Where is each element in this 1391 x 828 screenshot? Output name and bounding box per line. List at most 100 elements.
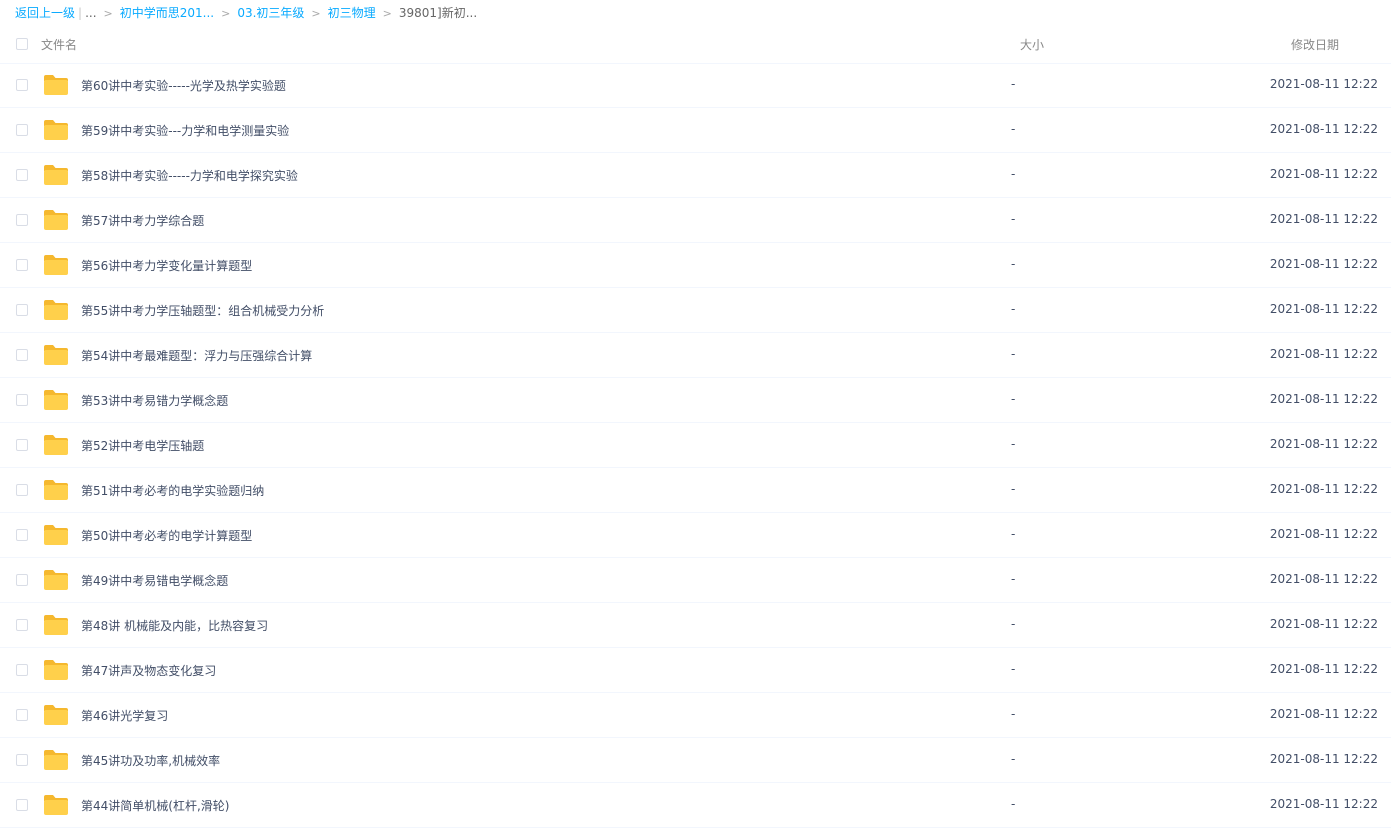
file-name-link[interactable]: 第48讲 机械能及内能，比热容复习 xyxy=(81,617,268,634)
file-modified-date: 2021-08-11 12:22 xyxy=(1269,707,1378,721)
file-name-link[interactable]: 第57讲中考力学综合题 xyxy=(81,212,204,229)
file-name-link[interactable]: 第45讲功及功率,机械效率 xyxy=(81,752,220,769)
table-row[interactable]: 第47讲声及物态变化复习 - 2021-08-11 12:22 xyxy=(0,648,1391,693)
row-checkbox[interactable] xyxy=(16,619,28,631)
folder-icon[interactable] xyxy=(43,344,69,366)
row-checkbox[interactable] xyxy=(16,169,28,181)
file-name-link[interactable]: 第58讲中考实验-----力学和电学探究实验 xyxy=(81,167,298,184)
folder-icon[interactable] xyxy=(43,389,69,411)
folder-icon[interactable] xyxy=(43,704,69,726)
row-checkbox[interactable] xyxy=(16,799,28,811)
file-name-link[interactable]: 第51讲中考必考的电学实验题归纳 xyxy=(81,482,264,499)
file-size: - xyxy=(1011,797,1016,811)
table-row[interactable]: 第44讲简单机械(杠杆,滑轮) - 2021-08-11 12:22 xyxy=(0,783,1391,828)
folder-icon[interactable] xyxy=(43,614,69,636)
file-modified-date: 2021-08-11 12:22 xyxy=(1269,122,1378,136)
row-checkbox[interactable] xyxy=(16,664,28,676)
file-name-link[interactable]: 第56讲中考力学变化量计算题型 xyxy=(81,257,252,274)
row-checkbox[interactable] xyxy=(16,529,28,541)
row-checkbox[interactable] xyxy=(16,709,28,721)
table-row[interactable]: 第45讲功及功率,机械效率 - 2021-08-11 12:22 xyxy=(0,738,1391,783)
row-checkbox[interactable] xyxy=(16,79,28,91)
file-modified-date: 2021-08-11 12:22 xyxy=(1269,662,1378,676)
table-row[interactable]: 第57讲中考力学综合题 - 2021-08-11 12:22 xyxy=(0,198,1391,243)
folder-icon[interactable] xyxy=(43,299,69,321)
folder-icon[interactable] xyxy=(43,74,69,96)
file-name-link[interactable]: 第55讲中考力学压轴题型：组合机械受力分析 xyxy=(81,302,324,319)
file-size: - xyxy=(1011,122,1016,136)
chevron-right-icon: > xyxy=(221,7,231,20)
breadcrumb-ellipsis[interactable]: ... xyxy=(85,6,96,20)
file-name-link[interactable]: 第47讲声及物态变化复习 xyxy=(81,662,216,679)
table-row[interactable]: 第48讲 机械能及内能，比热容复习 - 2021-08-11 12:22 xyxy=(0,603,1391,648)
folder-icon[interactable] xyxy=(43,659,69,681)
file-name-link[interactable]: 第60讲中考实验-----光学及热学实验题 xyxy=(81,77,286,94)
chevron-right-icon: > xyxy=(311,7,321,20)
row-checkbox[interactable] xyxy=(16,754,28,766)
column-header-name[interactable]: 文件名 xyxy=(41,36,77,53)
table-row[interactable]: 第58讲中考实验-----力学和电学探究实验 - 2021-08-11 12:22 xyxy=(0,153,1391,198)
folder-icon[interactable] xyxy=(43,749,69,771)
table-row[interactable]: 第55讲中考力学压轴题型：组合机械受力分析 - 2021-08-11 12:22 xyxy=(0,288,1391,333)
file-name-link[interactable]: 第46讲光学复习 xyxy=(81,707,168,724)
file-size: - xyxy=(1011,347,1016,361)
file-name-link[interactable]: 第52讲中考电学压轴题 xyxy=(81,437,204,454)
folder-icon[interactable] xyxy=(43,794,69,816)
file-size: - xyxy=(1011,662,1016,676)
file-modified-date: 2021-08-11 12:22 xyxy=(1269,482,1378,496)
chevron-right-icon: > xyxy=(103,7,113,20)
file-size: - xyxy=(1011,392,1016,406)
file-name-link[interactable]: 第44讲简单机械(杠杆,滑轮) xyxy=(81,797,229,814)
table-row[interactable]: 第46讲光学复习 - 2021-08-11 12:22 xyxy=(0,693,1391,738)
row-checkbox[interactable] xyxy=(16,394,28,406)
folder-icon[interactable] xyxy=(43,164,69,186)
folder-icon[interactable] xyxy=(43,524,69,546)
table-row[interactable]: 第56讲中考力学变化量计算题型 - 2021-08-11 12:22 xyxy=(0,243,1391,288)
table-row[interactable]: 第60讲中考实验-----光学及热学实验题 - 2021-08-11 12:22 xyxy=(0,63,1391,108)
file-name-link[interactable]: 第49讲中考易错电学概念题 xyxy=(81,572,228,589)
file-size: - xyxy=(1011,302,1016,316)
file-size: - xyxy=(1011,212,1016,226)
table-row[interactable]: 第50讲中考必考的电学计算题型 - 2021-08-11 12:22 xyxy=(0,513,1391,558)
row-checkbox[interactable] xyxy=(16,259,28,271)
table-row[interactable]: 第51讲中考必考的电学实验题归纳 - 2021-08-11 12:22 xyxy=(0,468,1391,513)
row-checkbox[interactable] xyxy=(16,574,28,586)
file-name-link[interactable]: 第50讲中考必考的电学计算题型 xyxy=(81,527,252,544)
column-header-date[interactable]: 修改日期 xyxy=(1291,36,1339,53)
file-size: - xyxy=(1011,482,1016,496)
row-checkbox[interactable] xyxy=(16,304,28,316)
row-checkbox[interactable] xyxy=(16,484,28,496)
folder-icon[interactable] xyxy=(43,479,69,501)
file-name-link[interactable]: 第59讲中考实验---力学和电学测量实验 xyxy=(81,122,289,139)
breadcrumb-divider: | xyxy=(78,6,83,20)
table-row[interactable]: 第49讲中考易错电学概念题 - 2021-08-11 12:22 xyxy=(0,558,1391,603)
breadcrumb-item[interactable]: 03.初三年级 xyxy=(237,6,304,20)
file-size: - xyxy=(1011,257,1016,271)
row-checkbox[interactable] xyxy=(16,439,28,451)
folder-icon[interactable] xyxy=(43,569,69,591)
file-modified-date: 2021-08-11 12:22 xyxy=(1269,167,1378,181)
folder-icon[interactable] xyxy=(43,254,69,276)
file-size: - xyxy=(1011,77,1016,91)
table-row[interactable]: 第59讲中考实验---力学和电学测量实验 - 2021-08-11 12:22 xyxy=(0,108,1391,153)
select-all-checkbox[interactable] xyxy=(16,38,28,50)
table-row[interactable]: 第53讲中考易错力学概念题 - 2021-08-11 12:22 xyxy=(0,378,1391,423)
file-modified-date: 2021-08-11 12:22 xyxy=(1269,572,1378,586)
row-checkbox[interactable] xyxy=(16,349,28,361)
file-modified-date: 2021-08-11 12:22 xyxy=(1269,527,1378,541)
folder-icon[interactable] xyxy=(43,209,69,231)
back-link[interactable]: 返回上一级 xyxy=(15,6,75,20)
row-checkbox[interactable] xyxy=(16,214,28,226)
breadcrumb-item[interactable]: 初三物理 xyxy=(328,6,376,20)
breadcrumb-item[interactable]: 初中学而思201... xyxy=(120,6,214,20)
file-size: - xyxy=(1011,527,1016,541)
file-modified-date: 2021-08-11 12:22 xyxy=(1269,212,1378,226)
folder-icon[interactable] xyxy=(43,119,69,141)
table-row[interactable]: 第52讲中考电学压轴题 - 2021-08-11 12:22 xyxy=(0,423,1391,468)
file-name-link[interactable]: 第54讲中考最难题型：浮力与压强综合计算 xyxy=(81,347,312,364)
file-name-link[interactable]: 第53讲中考易错力学概念题 xyxy=(81,392,228,409)
table-row[interactable]: 第54讲中考最难题型：浮力与压强综合计算 - 2021-08-11 12:22 xyxy=(0,333,1391,378)
column-header-size[interactable]: 大小 xyxy=(1020,36,1044,53)
folder-icon[interactable] xyxy=(43,434,69,456)
row-checkbox[interactable] xyxy=(16,124,28,136)
